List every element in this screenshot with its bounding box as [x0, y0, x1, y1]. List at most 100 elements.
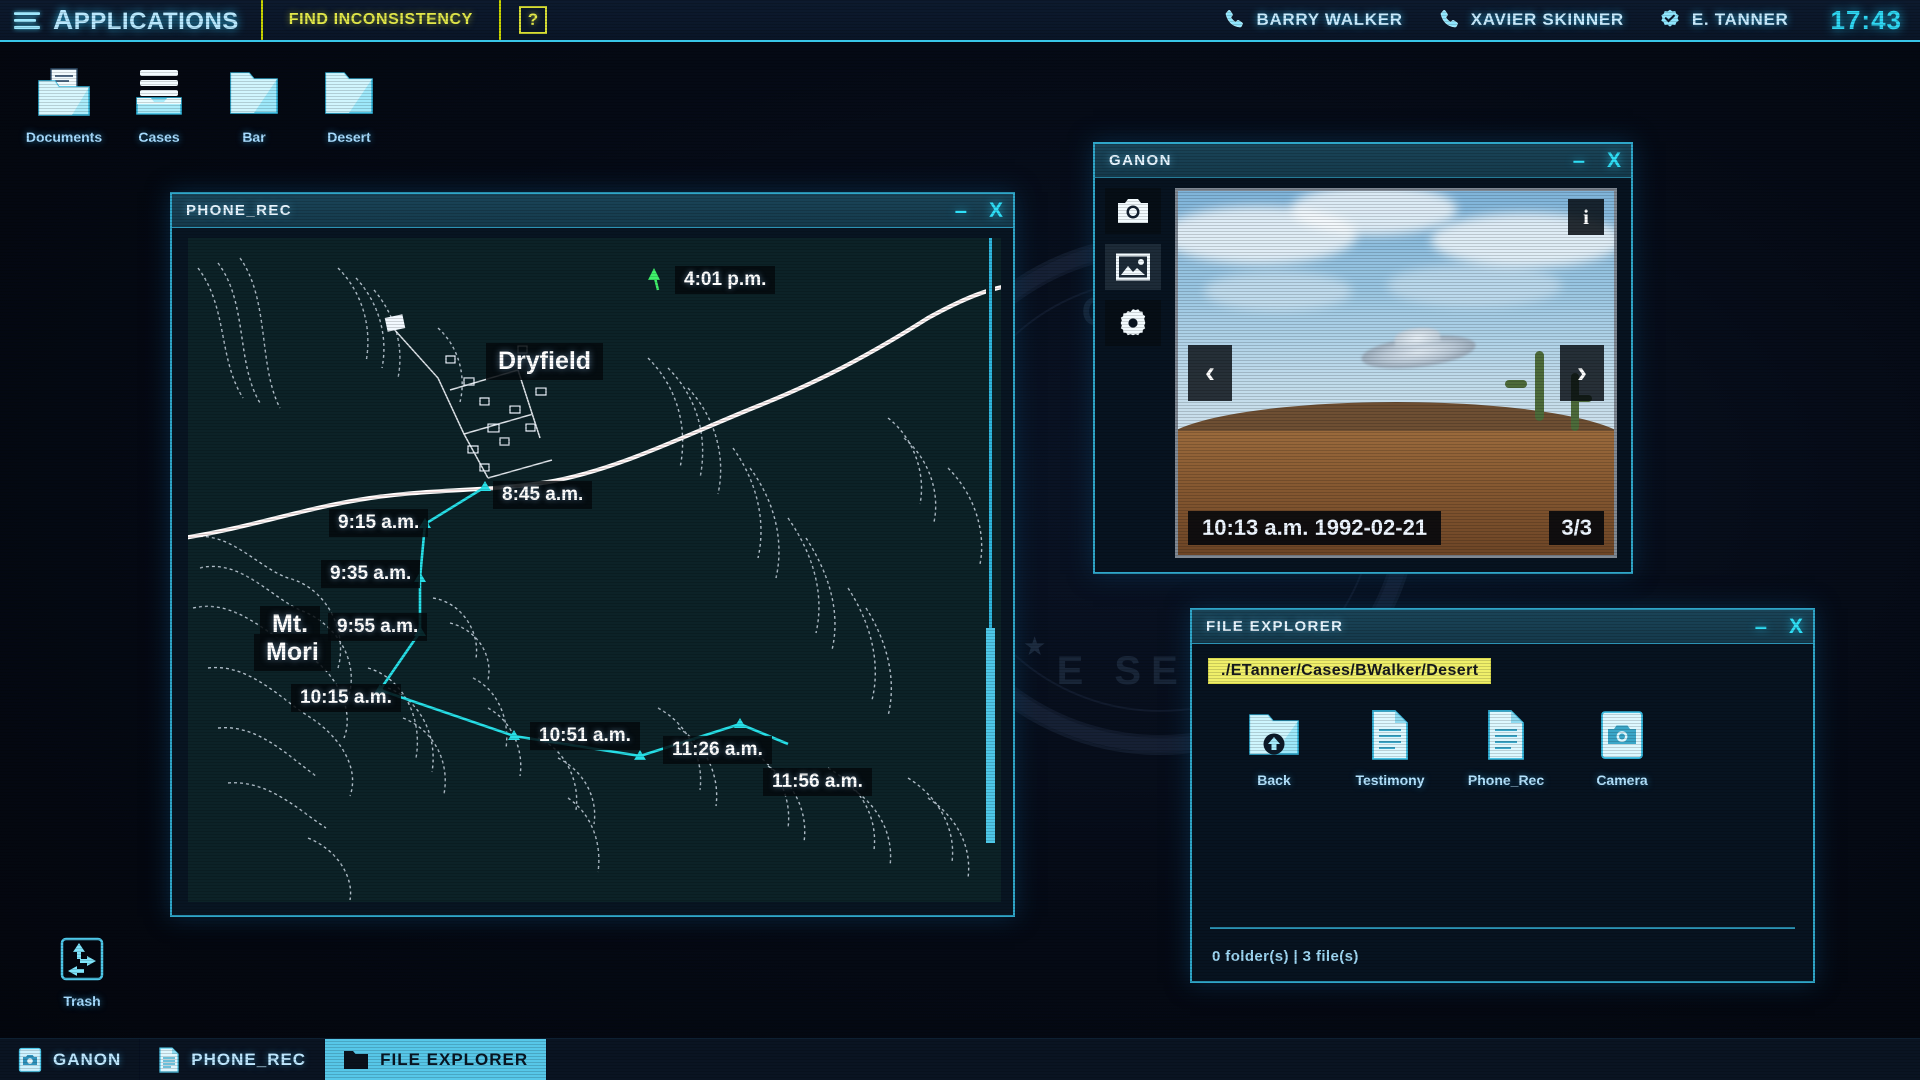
desktop: OF IN m E SEEK ★ ★ ★ ★ Applications Find… [0, 0, 1920, 1080]
trash-label: Trash [28, 993, 136, 1009]
camera-file-icon [18, 1047, 42, 1073]
photo-cactus [1535, 351, 1544, 421]
photo-counter: 3/3 [1549, 511, 1604, 545]
file-explorer-close-button[interactable]: X [1789, 615, 1803, 639]
folder-up-icon [1216, 706, 1332, 764]
gear-icon [1117, 307, 1149, 339]
photo-cloud [1291, 188, 1457, 235]
photo-info-button[interactable]: i [1568, 199, 1604, 235]
map-scrollbar-thumb[interactable] [986, 628, 995, 843]
desktop-icon-trash[interactable]: Trash [28, 930, 136, 1009]
file-explorer-body: ./ETanner/Cases/BWalker/Desert Back [1192, 644, 1813, 981]
file-item-label: Testimony [1332, 772, 1448, 788]
desktop-icon-label: Documents [10, 129, 118, 145]
taskbar-item-label: PHONE_REC [191, 1050, 306, 1070]
map-timestamp: 8:45 a.m. [493, 481, 592, 509]
desktop-icon-bar[interactable]: Bar [200, 62, 308, 145]
taskbar-item-file-explorer[interactable]: FILE EXPLORER [325, 1039, 547, 1080]
map-timestamp: 11:56 a.m. [763, 768, 872, 796]
document-icon [158, 1047, 180, 1073]
ganon-tab-settings[interactable] [1105, 300, 1161, 346]
path-breadcrumb[interactable]: ./ETanner/Cases/BWalker/Desert [1208, 658, 1491, 684]
desktop-icon-label: Bar [200, 129, 308, 145]
file-item-camera[interactable]: Camera [1564, 706, 1680, 788]
photo-next-button[interactable]: › [1560, 345, 1604, 401]
window-file-explorer[interactable]: FILE EXPLORER – X ./ETanner/Cases/BWalke… [1190, 608, 1815, 983]
desktop-icon-documents[interactable]: Documents [10, 62, 118, 145]
file-explorer-divider [1210, 927, 1795, 929]
contact-barry-walker[interactable]: BARRY WALKER [1222, 8, 1402, 32]
ganon-tab-gallery[interactable] [1105, 244, 1161, 290]
map-timestamp: 11:26 a.m. [663, 736, 772, 764]
phone-rec-title: PHONE_REC [186, 202, 292, 219]
file-explorer-title: FILE EXPLORER [1206, 618, 1343, 635]
file-explorer-status: 0 folder(s) | 3 file(s) [1212, 948, 1359, 965]
document-icon [1332, 706, 1448, 764]
badge-icon [1658, 8, 1682, 32]
map-timestamp: 10:51 a.m. [530, 722, 640, 750]
desktop-icon-label: Desert [295, 129, 403, 145]
folder-icon [343, 1048, 369, 1072]
ganon-titlebar[interactable]: GANON – X [1095, 144, 1631, 178]
map-timestamp: 9:15 a.m. [329, 509, 428, 537]
file-item-phone-rec[interactable]: Phone_Rec [1448, 706, 1564, 788]
applications-menu-button[interactable]: Applications [0, 0, 263, 40]
contact-name: BARRY WALKER [1256, 10, 1402, 30]
file-grid: Back [1208, 706, 1797, 788]
file-explorer-minimize-button[interactable]: – [1755, 622, 1767, 632]
file-item-label: Back [1216, 772, 1332, 788]
window-ganon[interactable]: GANON – X [1093, 142, 1633, 574]
photo-cactus [1505, 380, 1527, 388]
file-tray-icon [105, 62, 213, 124]
hamburger-icon [14, 12, 40, 29]
map-place-label: Dryfield [486, 343, 603, 380]
contact-name: XAVIER SKINNER [1471, 10, 1624, 30]
ganon-close-button[interactable]: X [1607, 149, 1621, 173]
desktop-icon-cases[interactable]: Cases [105, 62, 213, 145]
open-folder-document-icon [10, 62, 118, 124]
photo-cloud [1387, 264, 1561, 308]
task-objective-label: Find inconsistency [263, 0, 501, 40]
photo-prev-button[interactable]: ‹ [1188, 345, 1232, 401]
camera-file-icon [1564, 706, 1680, 764]
app-title: Applications [53, 4, 239, 36]
ganon-sidebar [1105, 188, 1167, 558]
file-item-label: Camera [1564, 772, 1680, 788]
contact-e-tanner[interactable]: E. TANNER [1658, 8, 1789, 32]
file-item-back[interactable]: Back [1216, 706, 1332, 788]
phone-rec-minimize-button[interactable]: – [955, 206, 967, 216]
phone-rec-close-button[interactable]: X [989, 199, 1003, 223]
phone-rec-titlebar[interactable]: PHONE_REC – X [172, 194, 1013, 228]
map-timestamp: 4:01 p.m. [675, 266, 775, 294]
window-phone-rec[interactable]: PHONE_REC – X [170, 192, 1015, 917]
map-canvas [188, 238, 1001, 902]
map-scrollbar[interactable] [986, 238, 995, 902]
taskbar-item-label: FILE EXPLORER [380, 1050, 528, 1070]
folder-icon [295, 62, 403, 124]
photo-cloud [1204, 271, 1352, 311]
document-icon [1448, 706, 1564, 764]
recycle-icon [28, 930, 136, 988]
help-button[interactable]: ? [519, 6, 547, 34]
contact-xavier-skinner[interactable]: XAVIER SKINNER [1437, 8, 1624, 32]
desktop-icon-desert[interactable]: Desert [295, 62, 403, 145]
taskbar-item-phone-rec[interactable]: PHONE_REC [140, 1039, 325, 1080]
ganon-minimize-button[interactable]: – [1573, 156, 1585, 166]
file-explorer-titlebar[interactable]: FILE EXPLORER – X [1192, 610, 1813, 644]
map-viewport[interactable]: Dryfield Mt. Mori 4:01 p.m. 8:45 a.m. 9:… [188, 238, 1001, 902]
taskbar-item-label: GANON [53, 1050, 121, 1070]
ganon-body: i ‹ › 10:13 a.m. 1992-02-21 3/3 [1095, 178, 1631, 572]
map-scrollbar-rail [989, 238, 992, 628]
camera-icon [1116, 196, 1150, 226]
contacts-area: BARRY WALKER XAVIER SKINNER E. TANNER 17… [1222, 5, 1920, 36]
clock: 17:43 [1831, 5, 1903, 36]
contact-name: E. TANNER [1692, 10, 1789, 30]
phone-icon [1222, 8, 1246, 32]
photo-caption: 10:13 a.m. 1992-02-21 [1188, 511, 1441, 545]
taskbar-item-ganon[interactable]: GANON [0, 1039, 140, 1080]
ganon-photo-viewer[interactable]: i ‹ › 10:13 a.m. 1992-02-21 3/3 [1175, 188, 1617, 558]
ganon-tab-camera[interactable] [1105, 188, 1161, 234]
top-bar: Applications Find inconsistency ? BARRY … [0, 0, 1920, 42]
file-item-testimony[interactable]: Testimony [1332, 706, 1448, 788]
map-timestamp: 10:15 a.m. [291, 684, 401, 712]
